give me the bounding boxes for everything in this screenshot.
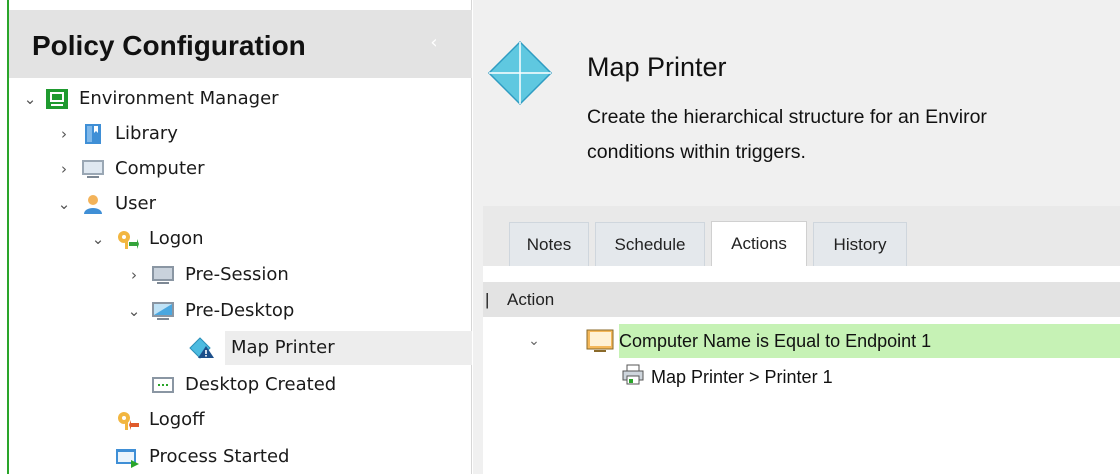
tree-node-user[interactable]: ⌄ User bbox=[9, 187, 472, 221]
chevron-down-icon[interactable]: ⌄ bbox=[525, 324, 543, 358]
page-title: Map Printer bbox=[587, 52, 727, 82]
tree-label: Pre-Session bbox=[185, 264, 289, 285]
page-description: Create the hierarchical structure for an… bbox=[587, 100, 1120, 170]
condition-computer-icon bbox=[586, 329, 614, 353]
tab-notes[interactable]: Notes bbox=[509, 222, 589, 266]
tree-node-process-started[interactable]: Process Started bbox=[9, 440, 472, 474]
environment-manager-icon bbox=[45, 88, 69, 110]
chevron-right-icon[interactable]: › bbox=[125, 258, 143, 292]
main-panel: Map Printer Create the hierarchical stru… bbox=[473, 0, 1120, 474]
chevron-down-icon[interactable]: ⌄ bbox=[125, 294, 143, 328]
logon-key-icon bbox=[115, 228, 139, 250]
chevron-down-icon[interactable]: ⌄ bbox=[89, 222, 107, 256]
chevron-down-icon[interactable]: ⌄ bbox=[21, 82, 39, 116]
computer-icon bbox=[81, 158, 105, 180]
tree-label: User bbox=[115, 193, 157, 214]
description-line-1: Create the hierarchical structure for an… bbox=[587, 106, 987, 128]
logoff-key-icon bbox=[115, 409, 139, 431]
tab-history[interactable]: History bbox=[813, 222, 907, 266]
tree-label: Logoff bbox=[149, 409, 205, 430]
tree-node-pre-desktop[interactable]: ⌄ Pre-Desktop bbox=[9, 294, 472, 328]
left-accent-bar bbox=[0, 0, 9, 474]
chevron-right-icon[interactable]: › bbox=[55, 152, 73, 186]
tree-node-logon[interactable]: ⌄ Logon bbox=[9, 222, 472, 256]
pre-session-icon bbox=[151, 264, 175, 286]
tree-node-map-printer[interactable]: Map Printer bbox=[189, 331, 472, 365]
tab-actions[interactable]: Actions bbox=[711, 221, 807, 266]
tree-node-computer[interactable]: › Computer bbox=[9, 152, 472, 186]
tree-label: Pre-Desktop bbox=[185, 300, 295, 321]
tree-label: Computer bbox=[115, 158, 205, 179]
column-header-label: Action bbox=[507, 290, 555, 309]
policy-sidebar: Policy Configuration ‹ ⌄ Environment Man… bbox=[9, 0, 472, 474]
user-icon bbox=[81, 193, 105, 215]
collapse-sidebar-button[interactable]: ‹ bbox=[423, 32, 445, 54]
library-icon bbox=[81, 123, 105, 145]
tree-label: Environment Manager bbox=[79, 88, 279, 109]
desktop-created-icon bbox=[151, 374, 175, 396]
printer-icon bbox=[621, 364, 645, 386]
tree-node-environment-manager[interactable]: ⌄ Environment Manager bbox=[9, 82, 472, 116]
condition-label: Computer Name is Equal to Endpoint 1 bbox=[619, 331, 932, 351]
map-printer-diamond-icon bbox=[487, 40, 553, 106]
tree-label: Logon bbox=[149, 228, 204, 249]
tree-label: Process Started bbox=[149, 446, 290, 467]
pre-desktop-icon bbox=[151, 300, 175, 322]
description-line-2: conditions within triggers. bbox=[587, 141, 806, 163]
tree-label: Library bbox=[115, 123, 178, 144]
chevron-right-icon[interactable]: › bbox=[55, 117, 73, 151]
tree-node-logoff[interactable]: Logoff bbox=[9, 403, 472, 437]
column-divider: | bbox=[485, 290, 490, 309]
tree-node-desktop-created[interactable]: Desktop Created bbox=[9, 368, 472, 402]
tree-node-library[interactable]: › Library bbox=[9, 117, 472, 151]
process-started-icon bbox=[115, 446, 139, 468]
column-header-action[interactable]: | Action bbox=[483, 282, 1120, 317]
tree-label: Desktop Created bbox=[185, 374, 337, 395]
tab-schedule[interactable]: Schedule bbox=[595, 222, 705, 266]
sidebar-header: Policy Configuration ‹ bbox=[9, 10, 472, 78]
map-printer-node-icon bbox=[189, 337, 214, 359]
tree-label: Map Printer bbox=[231, 337, 335, 358]
sidebar-title: Policy Configuration bbox=[32, 30, 306, 61]
tree-node-pre-session[interactable]: › Pre-Session bbox=[9, 258, 472, 292]
action-label: Map Printer > Printer 1 bbox=[651, 367, 833, 387]
chevron-down-icon[interactable]: ⌄ bbox=[55, 187, 73, 221]
